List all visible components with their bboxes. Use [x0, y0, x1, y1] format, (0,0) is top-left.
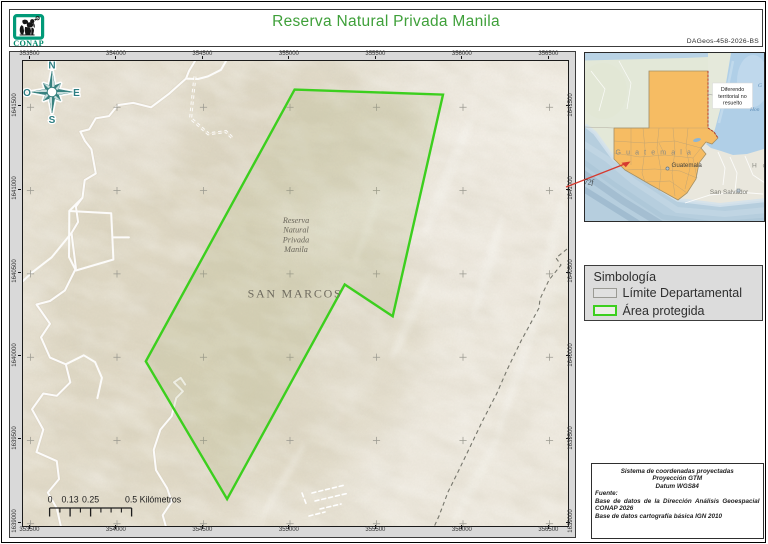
svg-text:H o: H o [752, 163, 765, 170]
svg-text:S: S [49, 115, 56, 126]
svg-text:0.5: 0.5 [125, 494, 137, 504]
svg-text:72f: 72f [584, 178, 594, 187]
svg-text:CONAP: CONAP [13, 39, 44, 48]
svg-text:O: O [23, 88, 31, 99]
svg-text:E: E [73, 88, 80, 99]
svg-text:N: N [49, 61, 56, 72]
svg-text:San Salvador: San Salvador [710, 189, 749, 196]
svg-text:G: G [758, 83, 762, 89]
svg-text:0.25: 0.25 [82, 494, 99, 504]
svg-text:Privada: Privada [282, 235, 309, 244]
svg-text:Manila: Manila [283, 245, 308, 254]
svg-text:Reserva: Reserva [282, 216, 309, 225]
svg-text:SAN MARCOS: SAN MARCOS [248, 286, 343, 300]
svg-text:Natural: Natural [282, 225, 309, 234]
svg-text:territorial no: territorial no [718, 94, 746, 100]
svg-text:0.13: 0.13 [62, 494, 79, 504]
svg-text:Kilómetros: Kilómetros [140, 494, 182, 504]
svg-text:Diferendo: Diferendo [721, 87, 744, 93]
svg-text:Hon: Hon [749, 107, 760, 113]
svg-text:0: 0 [48, 494, 53, 504]
svg-text:resuelto: resuelto [723, 101, 742, 107]
svg-text:Guatemala: Guatemala [672, 162, 703, 169]
